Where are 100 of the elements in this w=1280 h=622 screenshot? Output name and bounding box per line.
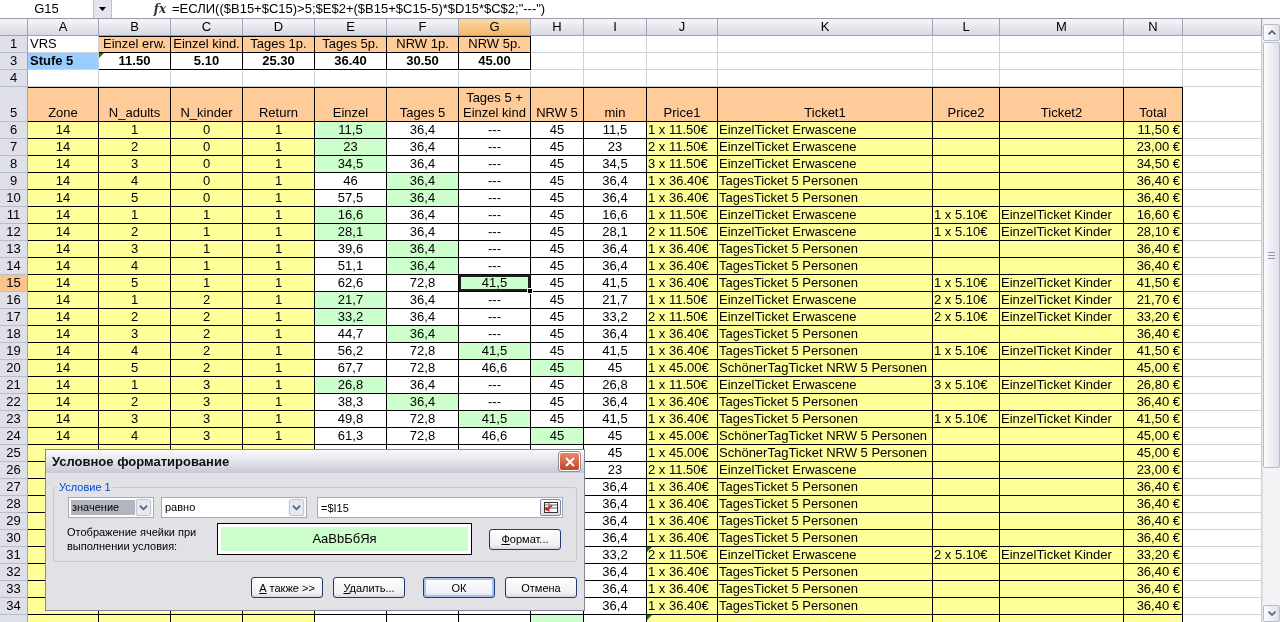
row-header[interactable]: 7 (0, 139, 28, 156)
table-cell: 1 (243, 377, 315, 394)
column-header[interactable]: A (28, 19, 99, 36)
column-header[interactable]: I (584, 19, 647, 36)
row-header[interactable]: 6 (0, 122, 28, 139)
row-header[interactable]: 28 (0, 496, 28, 513)
table-cell: --- (459, 377, 531, 394)
table-cell: 14 (28, 428, 99, 445)
scrollbar-thumb[interactable] (1263, 42, 1280, 468)
name-box-dropdown[interactable] (93, 0, 112, 18)
column-header[interactable]: K (718, 19, 933, 36)
dialog-title: Условное форматирование (52, 454, 230, 469)
row-header[interactable]: 21 (0, 377, 28, 394)
row-header[interactable]: 33 (0, 581, 28, 598)
formula-field[interactable]: =ЕСЛИ(($B15+$C15)>5;$E$2+($B15+$C15-5)*$D15*$C$2;"---") (171, 0, 1280, 18)
dialog-button[interactable]: Отмена (505, 577, 577, 598)
row-header[interactable]: 3 (0, 53, 28, 70)
column-header[interactable]: G (459, 19, 531, 36)
column-header[interactable]: C (171, 19, 243, 36)
table-cell: 14 (28, 173, 99, 190)
operator-dropdown[interactable]: равно (161, 497, 307, 518)
table-cell (531, 53, 584, 70)
row-header[interactable]: 26 (0, 462, 28, 479)
row-header[interactable]: 14 (0, 258, 28, 275)
column-header[interactable]: B (99, 19, 171, 36)
column-header[interactable]: H (531, 19, 584, 36)
row-header[interactable]: 30 (0, 530, 28, 547)
column-header[interactable] (1183, 19, 1262, 36)
format-button[interactable]: Формат... (489, 528, 561, 550)
row-header[interactable]: 25 (0, 445, 28, 462)
column-header[interactable]: N (1124, 19, 1183, 36)
table-cell: TagesTicket 5 Personen (718, 326, 933, 343)
scroll-down-button[interactable] (1263, 605, 1280, 622)
table-cell: 1 (243, 343, 315, 360)
insert-function-button[interactable]: fx (152, 0, 168, 18)
row-header[interactable]: 19 (0, 343, 28, 360)
table-cell: Tages 5p. (315, 36, 387, 53)
row-header[interactable]: 29 (0, 513, 28, 530)
row-header[interactable]: 13 (0, 241, 28, 258)
select-all-corner[interactable] (0, 19, 28, 36)
table-cell: 36,4 (387, 326, 459, 343)
table-cell (933, 513, 1000, 530)
row-header[interactable]: 34 (0, 598, 28, 615)
table-cell: 3 (99, 411, 171, 428)
dialog-button[interactable]: А также >> (251, 577, 323, 598)
row-header[interactable]: 4 (0, 70, 28, 87)
fill-handle[interactable] (527, 288, 533, 294)
table-cell: 5 (99, 190, 171, 207)
table-cell (933, 156, 1000, 173)
row-header[interactable]: 1 (0, 36, 28, 53)
table-cell: 1 x 11.50€ (647, 207, 718, 224)
table-cell: 14 (28, 377, 99, 394)
table-cell: 36,4 (584, 581, 647, 598)
range-select-button[interactable] (540, 499, 561, 516)
table-cell (933, 564, 1000, 581)
row-header[interactable]: 31 (0, 547, 28, 564)
row-header[interactable]: 20 (0, 360, 28, 377)
column-header[interactable]: L (933, 19, 1000, 36)
table-cell: 1 x 45.00€ (647, 360, 718, 377)
column-header[interactable]: J (647, 19, 718, 36)
table-cell: 41,5 (459, 343, 531, 360)
row-header[interactable]: 27 (0, 479, 28, 496)
table-cell: 67,7 (315, 360, 387, 377)
dialog-button[interactable]: Удалить... (333, 577, 405, 598)
value-field[interactable]: =$I15 (317, 497, 563, 518)
table-cell: 36,40 € (1124, 326, 1183, 343)
row-header[interactable]: 16 (0, 292, 28, 309)
table-cell (933, 530, 1000, 547)
table-cell: 1 x 11.50€ (647, 377, 718, 394)
row-header[interactable]: 10 (0, 190, 28, 207)
row-header[interactable]: 24 (0, 428, 28, 445)
row-header[interactable]: 17 (0, 309, 28, 326)
table-cell: TagesTicket 5 Personen (718, 275, 933, 292)
scroll-up-button[interactable] (1263, 24, 1280, 41)
dialog-button[interactable]: ОК (423, 577, 495, 598)
row-header[interactable]: 9 (0, 173, 28, 190)
table-cell: 1 x 36.40€ (647, 513, 718, 530)
row-header[interactable]: 15 (0, 275, 28, 292)
row-header[interactable]: 22 (0, 394, 28, 411)
table-cell: 3 (171, 411, 243, 428)
row-header[interactable]: 11 (0, 207, 28, 224)
table-cell: 23 (315, 139, 387, 156)
row-header[interactable]: 8 (0, 156, 28, 173)
table-cell: 1 x 45.00€ (647, 428, 718, 445)
row-header[interactable]: 23 (0, 411, 28, 428)
row-header[interactable]: 18 (0, 326, 28, 343)
row-header[interactable]: 5 (0, 87, 28, 122)
table-cell (933, 190, 1000, 207)
row-header[interactable]: 32 (0, 564, 28, 581)
close-button[interactable] (559, 452, 580, 471)
table-cell: 14 (28, 258, 99, 275)
scrollbar-track[interactable] (1262, 19, 1280, 622)
column-header[interactable]: E (315, 19, 387, 36)
source-dropdown[interactable]: значение (68, 497, 154, 518)
column-header[interactable]: F (387, 19, 459, 36)
column-header[interactable]: D (243, 19, 315, 36)
column-header[interactable]: M (1000, 19, 1124, 36)
table-header: NRW 5 (531, 87, 584, 122)
row-header[interactable]: 12 (0, 224, 28, 241)
table-cell: 1 (171, 207, 243, 224)
